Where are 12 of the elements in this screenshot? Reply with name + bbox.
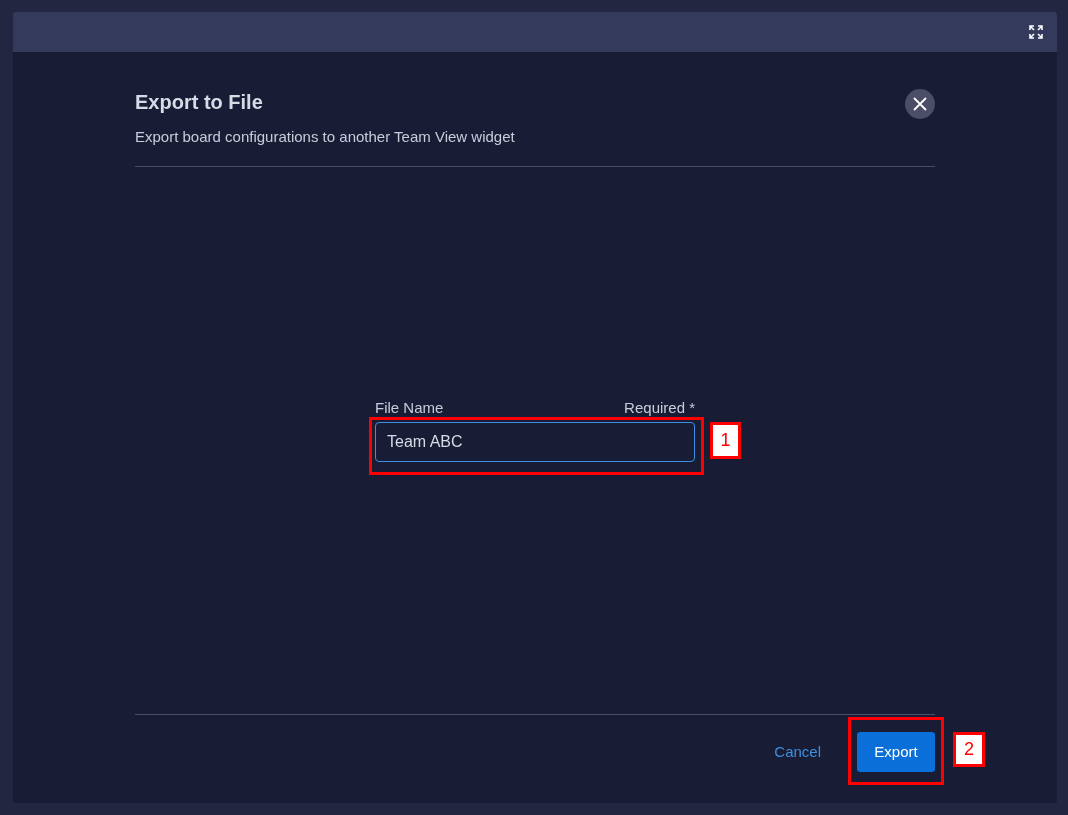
close-icon <box>913 97 927 111</box>
expand-icon[interactable] <box>1029 25 1043 39</box>
close-button[interactable] <box>905 89 935 119</box>
required-label: Required * <box>624 399 695 416</box>
field-label: File Name <box>375 399 444 416</box>
export-button[interactable]: Export <box>857 732 935 772</box>
cancel-link[interactable]: Cancel <box>770 740 825 764</box>
file-name-field[interactable]: Team ABC <box>375 421 695 462</box>
callout-number: 1 <box>710 421 741 459</box>
dialog-subtitle: Export board configurations to another Team View widget <box>135 127 515 147</box>
callout-number: 2 <box>953 732 985 767</box>
dialog-title: Export to File <box>135 90 264 115</box>
